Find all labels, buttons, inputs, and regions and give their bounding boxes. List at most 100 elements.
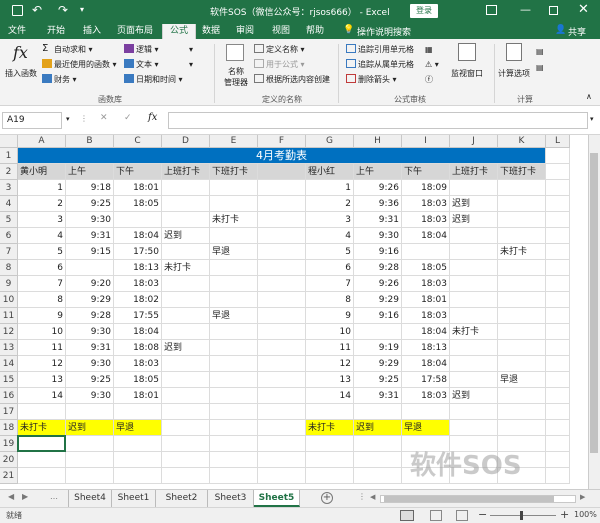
data-cell[interactable]: 9:29: [354, 356, 402, 372]
grid-cell[interactable]: [210, 404, 258, 420]
data-cell[interactable]: 9:19: [354, 340, 402, 356]
header-right[interactable]: 下午: [402, 164, 450, 180]
column-header-g[interactable]: G: [306, 135, 354, 148]
data-cell[interactable]: [498, 212, 546, 228]
tab-insert[interactable]: 插入: [79, 24, 105, 39]
data-cell[interactable]: [210, 372, 258, 388]
data-cell[interactable]: 9:31: [354, 212, 402, 228]
header-left[interactable]: 下班打卡: [210, 164, 258, 180]
data-cell[interactable]: 9:20: [66, 276, 114, 292]
autosum-button[interactable]: Σ 自动求和 ▾: [42, 43, 93, 55]
use-in-formula-button[interactable]: 用于公式 ▾: [254, 59, 305, 70]
zoom-slider-thumb[interactable]: [520, 511, 523, 520]
grid-cell[interactable]: [258, 276, 306, 292]
data-cell[interactable]: [162, 292, 210, 308]
header-left[interactable]: 上午: [66, 164, 114, 180]
data-cell[interactable]: 8: [306, 292, 354, 308]
legend-cell[interactable]: 未打卡: [306, 420, 354, 436]
select-all-corner[interactable]: [0, 135, 18, 148]
column-header-k[interactable]: K: [498, 135, 546, 148]
data-cell[interactable]: 17:55: [114, 308, 162, 324]
grid-cell[interactable]: [450, 420, 498, 436]
data-cell[interactable]: [498, 196, 546, 212]
data-cell[interactable]: 9:26: [354, 180, 402, 196]
scroll-thumb[interactable]: [384, 496, 554, 502]
legend-cell[interactable]: 未打卡: [18, 420, 66, 436]
data-cell[interactable]: 9:31: [66, 228, 114, 244]
grid-cell[interactable]: [306, 452, 354, 468]
create-from-selection-button[interactable]: 根据所选内容创建: [254, 74, 330, 85]
share-button[interactable]: 共享: [568, 25, 586, 38]
datetime-button[interactable]: 日期和时间 ▾: [124, 74, 183, 85]
more-functions-1-icon[interactable]: ▾: [189, 44, 193, 55]
row-header-4[interactable]: 4: [0, 196, 18, 212]
data-cell[interactable]: 10: [306, 324, 354, 340]
row-header-21[interactable]: 21: [0, 468, 18, 484]
data-cell[interactable]: 2: [18, 196, 66, 212]
header-right[interactable]: 上班打卡: [450, 164, 498, 180]
grid-cell[interactable]: [546, 260, 570, 276]
grid-cell[interactable]: [546, 228, 570, 244]
grid-cell[interactable]: [114, 468, 162, 484]
data-cell[interactable]: 18:01: [114, 180, 162, 196]
sheet-title[interactable]: 4月考勤表: [18, 148, 546, 164]
grid-cell[interactable]: [306, 468, 354, 484]
data-cell[interactable]: [450, 308, 498, 324]
calc-options-button[interactable]: 计算选项: [498, 68, 530, 79]
data-cell[interactable]: 12: [18, 356, 66, 372]
define-name-button[interactable]: 定义名称 ▾: [254, 44, 305, 55]
data-cell[interactable]: 未打卡: [162, 260, 210, 276]
header-right[interactable]: 程小红: [306, 164, 354, 180]
column-header-l[interactable]: L: [546, 135, 570, 148]
recent-functions-button[interactable]: 最近使用的函数 ▾: [42, 59, 117, 70]
name-manager-label-2[interactable]: 管理器: [224, 77, 248, 88]
data-cell[interactable]: 18:13: [114, 260, 162, 276]
data-cell[interactable]: 9:29: [66, 292, 114, 308]
zoom-in-icon[interactable]: +: [560, 508, 569, 521]
grid-cell[interactable]: [162, 404, 210, 420]
header-left[interactable]: 上班打卡: [162, 164, 210, 180]
error-checking-icon[interactable]: ⚠ ▾: [425, 59, 439, 70]
column-header-i[interactable]: I: [402, 135, 450, 148]
zoom-out-icon[interactable]: −: [478, 508, 487, 521]
data-cell[interactable]: 4: [18, 228, 66, 244]
data-cell[interactable]: [210, 388, 258, 404]
column-header-e[interactable]: E: [210, 135, 258, 148]
grid-cell[interactable]: [546, 420, 570, 436]
row-header-8[interactable]: 8: [0, 260, 18, 276]
legend-cell[interactable]: 早退: [114, 420, 162, 436]
column-header-b[interactable]: B: [66, 135, 114, 148]
row-header-3[interactable]: 3: [0, 180, 18, 196]
sheet-tab-sheet2[interactable]: Sheet2: [156, 490, 208, 507]
grid-cell[interactable]: [306, 436, 354, 452]
row-header-16[interactable]: 16: [0, 388, 18, 404]
data-cell[interactable]: [210, 276, 258, 292]
grid-cell[interactable]: [114, 452, 162, 468]
grid-cell[interactable]: [162, 452, 210, 468]
grid-cell[interactable]: [66, 452, 114, 468]
sheet-tab-sheet1[interactable]: Sheet1: [112, 490, 156, 507]
data-cell[interactable]: [162, 308, 210, 324]
cancel-icon[interactable]: ✕: [100, 113, 108, 123]
grid-cell[interactable]: [546, 436, 570, 452]
data-cell[interactable]: 18:01: [114, 388, 162, 404]
data-cell[interactable]: 14: [306, 388, 354, 404]
data-cell[interactable]: [210, 260, 258, 276]
data-cell[interactable]: [162, 372, 210, 388]
data-cell[interactable]: 3: [18, 212, 66, 228]
grid-cell[interactable]: [354, 468, 402, 484]
data-cell[interactable]: [450, 356, 498, 372]
data-cell[interactable]: 14: [18, 388, 66, 404]
calc-options-icon[interactable]: [506, 43, 522, 61]
vertical-scroll-thumb[interactable]: [590, 153, 598, 453]
data-cell[interactable]: 9:30: [66, 212, 114, 228]
data-cell[interactable]: [450, 340, 498, 356]
data-cell[interactable]: 18:09: [402, 180, 450, 196]
data-cell[interactable]: 2: [306, 196, 354, 212]
data-cell[interactable]: 9:30: [66, 356, 114, 372]
data-cell[interactable]: [498, 228, 546, 244]
trace-dependents-button[interactable]: 追踪从属单元格: [346, 59, 414, 70]
data-cell[interactable]: [450, 180, 498, 196]
data-cell[interactable]: 6: [306, 260, 354, 276]
data-cell[interactable]: 9:30: [66, 388, 114, 404]
